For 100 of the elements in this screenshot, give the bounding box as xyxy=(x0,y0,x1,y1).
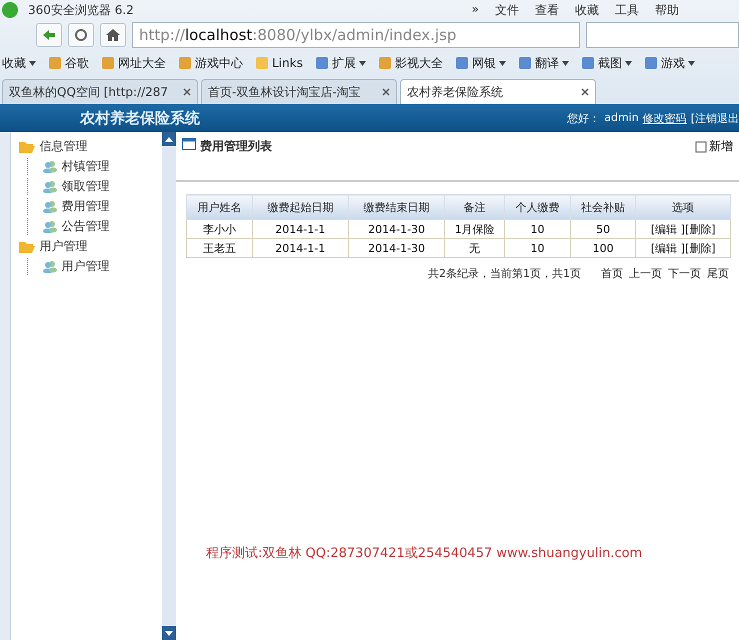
bookmark-item[interactable]: 影视大全 xyxy=(378,54,443,72)
caret-icon xyxy=(29,60,36,66)
column-header: 用户姓名 xyxy=(186,194,252,220)
back-arrow-icon xyxy=(42,29,56,41)
add-button[interactable]: 新增 xyxy=(695,138,733,155)
browser-tab[interactable]: 首页-双鱼林设计淘宝店-淘宝 xyxy=(201,79,397,104)
caret-icon xyxy=(562,60,569,66)
bookmark-icon xyxy=(101,56,115,70)
bookmark-label[interactable]: 翻译 xyxy=(534,54,559,72)
close-icon[interactable] xyxy=(581,88,589,96)
menu-item[interactable]: 公告管理 xyxy=(62,218,110,235)
refresh-button[interactable] xyxy=(68,23,94,47)
table-cell: 2014-1-30 xyxy=(348,238,445,258)
delete-link[interactable]: [删除] xyxy=(684,242,716,254)
menu-item[interactable]: 领取管理 xyxy=(62,178,110,195)
bookmark-item[interactable]: Links xyxy=(255,56,303,70)
bookmark-item[interactable]: 游戏 xyxy=(644,54,695,72)
app-title: 农村养老保险系统 xyxy=(80,108,200,128)
scroll-up-button[interactable] xyxy=(162,132,176,146)
footer-text: 程序测试:双鱼林 QQ:287307421或254540457 www.shuangyulin.com xyxy=(205,545,644,562)
caret-icon xyxy=(358,60,366,66)
table-cell: 1月保险 xyxy=(444,220,505,238)
browser-tab[interactable]: 农村养老保险系统 xyxy=(400,79,596,104)
window-title: 360安全浏览器 6.2 xyxy=(28,2,134,18)
table-cell: 李小小 xyxy=(186,220,252,238)
menu-item[interactable]: 费用管理 xyxy=(62,198,110,215)
refresh-icon xyxy=(74,28,88,42)
address-field[interactable]: http://localhost:8080/ylbx/admin/index.jsp xyxy=(132,22,580,48)
pager-link[interactable]: 尾页 xyxy=(707,266,729,281)
close-icon[interactable] xyxy=(183,88,191,96)
close-icon[interactable] xyxy=(382,88,390,96)
pager-link[interactable]: 下一页 xyxy=(668,266,701,281)
bookmark-item[interactable]: 网址大全 xyxy=(101,54,166,72)
column-header: 社会补贴 xyxy=(570,194,636,220)
bookmark-label[interactable]: 游戏 xyxy=(660,54,685,72)
column-header: 选项 xyxy=(636,194,730,220)
menu-item[interactable]: 收藏 xyxy=(575,2,599,18)
menu-item[interactable]: 工具 xyxy=(615,2,639,18)
bookmark-icon xyxy=(255,56,269,70)
bookmark-label[interactable]: 谷歌 xyxy=(65,54,89,72)
table-cell: 10 xyxy=(504,238,570,258)
column-header: 缴费结束日期 xyxy=(348,194,445,220)
menu-item[interactable]: 用户管理 xyxy=(62,258,110,275)
bookmark-item[interactable]: 翻译 xyxy=(518,54,569,72)
caret-icon xyxy=(688,60,695,66)
greeting: 您好： xyxy=(567,110,600,126)
scroll-down-button[interactable] xyxy=(162,626,176,640)
browser-logo-icon xyxy=(0,1,20,19)
pager-link[interactable]: 上一页 xyxy=(629,266,662,281)
search-field[interactable] xyxy=(586,22,739,48)
pager-link[interactable]: 首页 xyxy=(601,266,623,281)
logout-link[interactable]: [注销退出 xyxy=(690,110,739,126)
bookmark-label[interactable]: Links xyxy=(272,56,303,70)
table-cell: 50 xyxy=(570,220,636,238)
down-triangle-icon xyxy=(165,630,173,636)
bookmark-icon xyxy=(454,56,469,70)
menu-item[interactable]: 文件 xyxy=(495,2,519,18)
bookmark-item[interactable]: 扩展 xyxy=(314,54,366,72)
menu-group[interactable]: 用户管理 xyxy=(40,238,88,255)
browser-tab[interactable]: 双鱼林的QQ空间 [http://287 xyxy=(2,79,198,104)
table-cell: 2014-1-30 xyxy=(348,220,445,238)
change-password-link[interactable]: 修改密码 xyxy=(642,110,687,126)
table-icon xyxy=(182,138,196,150)
bookmark-label[interactable]: 扩展 xyxy=(332,54,356,72)
edit-link[interactable]: [编辑 ] xyxy=(650,222,685,236)
page-title: 费用管理列表 xyxy=(200,138,272,155)
caret-icon xyxy=(498,60,506,66)
user-name: admin xyxy=(604,110,639,126)
bookmark-label[interactable]: 截图 xyxy=(598,54,622,72)
users-icon xyxy=(42,160,58,173)
edit-link[interactable]: [编辑 ] xyxy=(650,242,685,254)
splitter-bar[interactable] xyxy=(162,132,176,640)
column-header: 备注 xyxy=(444,194,505,220)
bookmark-item[interactable]: 网银 xyxy=(454,54,506,72)
bookmark-item[interactable]: 游戏中心 xyxy=(178,54,243,72)
delete-link[interactable]: [删除] xyxy=(684,222,716,236)
bookmark-label[interactable]: 收藏 xyxy=(2,54,26,72)
bookmark-label[interactable]: 网银 xyxy=(472,54,496,72)
bookmark-label[interactable]: 网址大全 xyxy=(118,54,166,72)
up-triangle-icon xyxy=(165,136,173,142)
table-cell: 无 xyxy=(444,238,505,258)
bookmark-icon xyxy=(314,56,329,70)
bookmark-item[interactable]: 收藏 xyxy=(2,54,36,72)
menu-item[interactable]: » xyxy=(472,2,479,18)
bookmark-icon xyxy=(378,56,392,70)
pager-summary: 共2条纪录，当前第1页，共1页 xyxy=(428,266,581,281)
bookmark-item[interactable]: 截图 xyxy=(580,54,632,72)
bookmark-icon xyxy=(644,56,658,70)
bookmark-label[interactable]: 游戏中心 xyxy=(195,54,243,72)
menu-item[interactable]: 村镇管理 xyxy=(62,158,110,175)
home-button[interactable] xyxy=(100,23,126,47)
bookmark-icon xyxy=(178,56,192,70)
menu-item[interactable]: 查看 xyxy=(535,2,559,18)
menu-item[interactable]: 帮助 xyxy=(655,2,679,18)
home-icon xyxy=(106,29,120,41)
caret-icon xyxy=(624,60,632,66)
menu-group[interactable]: 信息管理 xyxy=(40,138,88,155)
bookmark-item[interactable]: 谷歌 xyxy=(48,54,89,72)
bookmark-label[interactable]: 影视大全 xyxy=(394,54,443,72)
back-button[interactable] xyxy=(36,23,62,47)
